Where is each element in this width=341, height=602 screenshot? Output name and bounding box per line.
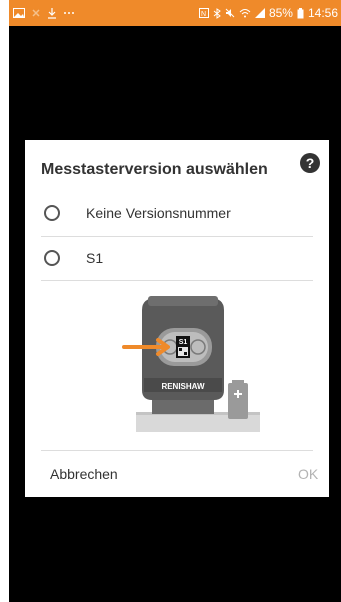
status-bar: N 85% 14:56 [9, 0, 341, 26]
more-notifications-icon [63, 11, 75, 15]
nfc-icon: N [198, 8, 209, 18]
signal-icon [254, 8, 265, 18]
status-bar-left [9, 7, 75, 19]
radio-button[interactable] [44, 250, 60, 266]
probe-illustration: RENISHAW S1 [122, 292, 272, 442]
dialog-title: Messtasterversion auswählen [41, 161, 268, 178]
divider [41, 450, 313, 451]
clock: 14:56 [307, 6, 338, 20]
svg-text:N: N [201, 11, 206, 18]
status-bar-right: N 85% 14:56 [198, 6, 341, 20]
download-icon [47, 7, 57, 19]
phone-screen: N 85% 14:56 Messtasterversion auswählen [9, 0, 341, 602]
gallery-icon [13, 8, 25, 18]
mute-icon [225, 8, 235, 18]
option-label: Keine Versionsnummer [86, 205, 231, 221]
no-sim-icon [31, 8, 41, 18]
option-no-version[interactable]: Keine Versionsnummer [25, 192, 329, 234]
option-label: S1 [86, 250, 104, 266]
radio-button[interactable] [44, 205, 60, 221]
battery-icon [297, 7, 304, 19]
divider [41, 280, 313, 281]
tag-text: S1 [179, 339, 188, 346]
wifi-icon [239, 8, 251, 18]
battery-percent: 85% [268, 6, 293, 20]
question-circle-icon[interactable]: ? [300, 153, 320, 173]
version-dialog: Messtasterversion auswählen ? Keine Vers… [25, 140, 329, 497]
cancel-button[interactable]: Abbrechen [50, 466, 118, 482]
brand-text: RENISHAW [161, 382, 205, 391]
bluetooth-icon [213, 7, 221, 19]
dialog-header: Messtasterversion auswählen ? [25, 140, 329, 196]
option-s1[interactable]: S1 [25, 237, 329, 279]
ok-button[interactable]: OK [298, 466, 318, 482]
